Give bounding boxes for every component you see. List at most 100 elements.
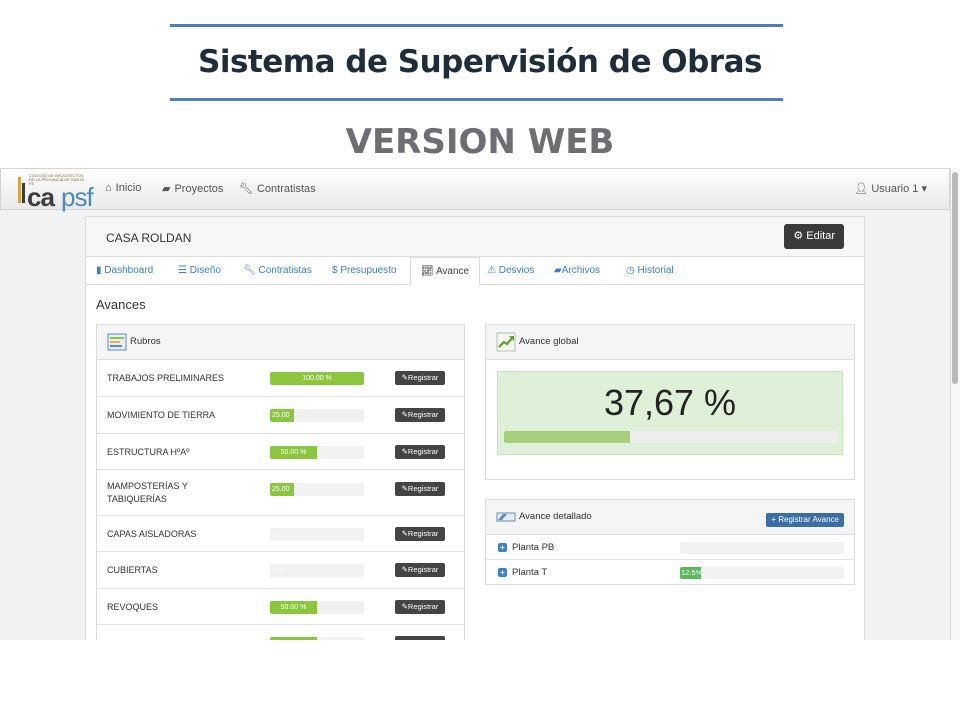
trending-up-icon bbox=[496, 332, 516, 352]
nav-item-proyectos[interactable]: ▰ Proyectos bbox=[162, 182, 223, 195]
logo-mark-icon bbox=[18, 177, 25, 203]
detail-progress: 12.5% bbox=[680, 567, 844, 579]
slide-title: Sistema de Supervisión de Obras bbox=[198, 44, 762, 80]
rubro-progress: 100.00 % bbox=[270, 372, 364, 385]
rubro-row: CUBIERTAS 0.00 ✎Registrar bbox=[97, 552, 464, 589]
top-navbar: COLEGIO DE ARQUITECTOS DE LA PROVINCIA D… bbox=[0, 168, 950, 212]
rubro-row-partial bbox=[97, 625, 464, 640]
chart-line-icon: 📈︎ bbox=[421, 266, 434, 277]
logo-text-psf: psf bbox=[61, 182, 94, 212]
registrar-button[interactable]: ✎Registrar bbox=[395, 371, 445, 385]
avance-global-header: Avance global bbox=[486, 325, 854, 360]
nav-item-inicio[interactable]: ⌂ Inicio bbox=[105, 182, 141, 194]
registrar-avance-button[interactable]: + Registrar Avance bbox=[766, 513, 844, 527]
tab-desvios[interactable]: ⚠ Desvios bbox=[487, 257, 534, 285]
rubro-row: MAMPOSTERÍAS Y TABIQUERÍAS 25.00 ✎Regist… bbox=[97, 470, 464, 516]
tab-presupuesto[interactable]: $ Presupuesto bbox=[332, 257, 397, 285]
progress-text: 50.00 % bbox=[280, 449, 307, 456]
user-menu[interactable]: 👤︎ Usuario 1 ▾ bbox=[854, 182, 927, 195]
avance-detallado-header: Avance detallado + Registrar Avance bbox=[486, 500, 854, 535]
rubro-progress: 50.00 % bbox=[270, 601, 364, 614]
progress-fill bbox=[270, 637, 317, 640]
detail-label: Planta PB bbox=[512, 542, 555, 553]
rubro-row: MOVIMIENTO DE TIERRA 25.00 ✎Registrar bbox=[97, 397, 464, 434]
rubro-progress: 25.00 bbox=[270, 483, 364, 496]
list-icon: ☰ bbox=[178, 265, 187, 276]
rubro-label: CAPAS AISLADORAS bbox=[107, 529, 197, 539]
rubros-header: Rubros bbox=[97, 325, 464, 360]
rubro-label: MAMPOSTERÍAS Y TABIQUERÍAS bbox=[107, 481, 188, 504]
avance-detallado-title: Avance detallado bbox=[519, 511, 592, 522]
capsf-logo[interactable]: COLEGIO DE ARQUITECTOS DE LA PROVINCIA D… bbox=[15, 172, 94, 212]
progress-text: 50.00 % bbox=[280, 604, 307, 611]
wrench-icon: 🔧︎ bbox=[239, 183, 253, 195]
registrar-button-partial[interactable] bbox=[395, 636, 445, 640]
global-progress-bar bbox=[504, 431, 838, 443]
progress-text: 25.00 bbox=[272, 486, 290, 493]
slide-subtitle: VERSION WEB bbox=[345, 122, 615, 162]
tab-avance[interactable]: 📈︎ Avance bbox=[410, 257, 481, 286]
registrar-button[interactable]: ✎Registrar bbox=[395, 408, 445, 422]
home-icon: ⌂ bbox=[105, 182, 112, 194]
tab-historial[interactable]: ◷ Historial bbox=[626, 257, 674, 285]
avance-global-panel: Avance global 37,67 % bbox=[485, 324, 855, 480]
detail-row-planta-t: + Planta T 12.5% bbox=[486, 560, 854, 585]
scrollbar-thumb[interactable] bbox=[952, 172, 958, 384]
nav-item-contratistas[interactable]: 🔧︎ Contratistas bbox=[239, 182, 316, 195]
tab-diseno[interactable]: ☰ Diseño bbox=[178, 257, 221, 285]
clock-icon: ◷ bbox=[626, 265, 635, 276]
rubro-label: ESTRUCTURA HºAº bbox=[107, 447, 190, 457]
progress-text: 100.00 % bbox=[302, 375, 332, 382]
table-icon bbox=[107, 333, 127, 351]
rubro-row: TRABAJOS PRELIMINARES 100.00 % ✎Registra… bbox=[97, 360, 464, 397]
rubro-progress: 25.00 bbox=[270, 409, 364, 422]
registrar-button[interactable]: ✎Registrar bbox=[395, 445, 445, 459]
registrar-button[interactable]: ✎Registrar bbox=[395, 563, 445, 577]
section-title: Avances bbox=[96, 297, 146, 312]
detail-progress bbox=[680, 542, 844, 554]
rubro-progress: 50.00 % bbox=[270, 446, 364, 459]
expand-plus-icon[interactable]: + bbox=[498, 543, 507, 552]
rubros-panel: Rubros TRABAJOS PRELIMINARES 100.00 % ✎R… bbox=[96, 324, 465, 640]
global-progress-value: 37,67 % bbox=[603, 382, 737, 423]
folder-icon: ▰ bbox=[162, 183, 171, 195]
global-progress-fill bbox=[504, 431, 630, 443]
progress-text: 0.00 bbox=[272, 531, 286, 538]
rubro-row: CAPAS AISLADORAS 0.00 ✎Registrar bbox=[97, 516, 464, 552]
plus-icon: + bbox=[771, 515, 776, 524]
user-icon: 👤︎ bbox=[854, 183, 869, 195]
app-screenshot: COLEGIO DE ARQUITECTOS DE LA PROVINCIA D… bbox=[0, 168, 960, 640]
registrar-button[interactable]: ✎Registrar bbox=[395, 600, 445, 614]
detail-row-planta-pb: + Planta PB bbox=[486, 535, 854, 560]
gear-icon: ⚙ bbox=[793, 230, 804, 242]
rubro-row: REVOQUES 50.00 % ✎Registrar bbox=[97, 589, 464, 625]
bookmark-icon: ▮ bbox=[96, 265, 102, 276]
project-tabs: ▮ Dashboard ☰ Diseño 🔧︎ Contratistas $ P… bbox=[86, 257, 864, 286]
wrench-icon: 🔧︎ bbox=[243, 265, 256, 276]
detail-label: Planta T bbox=[512, 567, 548, 578]
project-name: CASA ROLDAN bbox=[106, 231, 192, 245]
logo-text-ca: ca bbox=[27, 182, 55, 212]
project-header: CASA ROLDAN ⚙ Editar bbox=[86, 217, 864, 257]
edit-button[interactable]: ⚙ Editar bbox=[784, 224, 844, 249]
rubro-progress: 0.00 bbox=[270, 564, 364, 577]
rubro-label: MOVIMIENTO DE TIERRA bbox=[107, 410, 216, 420]
rubro-progress: 0.00 bbox=[270, 528, 364, 541]
progress-bar-icon bbox=[496, 512, 516, 522]
avance-global-title: Avance global bbox=[519, 336, 579, 347]
rubro-label: TRABAJOS PRELIMINARES bbox=[107, 373, 225, 383]
progress-text: 25.00 bbox=[272, 412, 290, 419]
tab-dashboard[interactable]: ▮ Dashboard bbox=[96, 257, 153, 285]
tab-contratistas[interactable]: 🔧︎ Contratistas bbox=[243, 257, 312, 285]
dollar-icon: $ bbox=[332, 265, 338, 276]
rubro-label: REVOQUES bbox=[107, 602, 159, 612]
progress-text: 0.00 bbox=[272, 567, 286, 574]
expand-plus-icon[interactable]: + bbox=[498, 568, 507, 577]
rubro-row: ESTRUCTURA HºAº 50.00 % ✎Registrar bbox=[97, 434, 464, 470]
avance-detallado-panel: Avance detallado + Registrar Avance + Pl… bbox=[485, 499, 855, 585]
caret-down-icon: ▾ bbox=[921, 183, 927, 195]
registrar-button[interactable]: ✎Registrar bbox=[395, 527, 445, 541]
registrar-button[interactable]: ✎Registrar bbox=[395, 482, 445, 496]
bottom-rule bbox=[170, 98, 783, 101]
tab-archivos[interactable]: ▰Archivos bbox=[554, 257, 600, 285]
